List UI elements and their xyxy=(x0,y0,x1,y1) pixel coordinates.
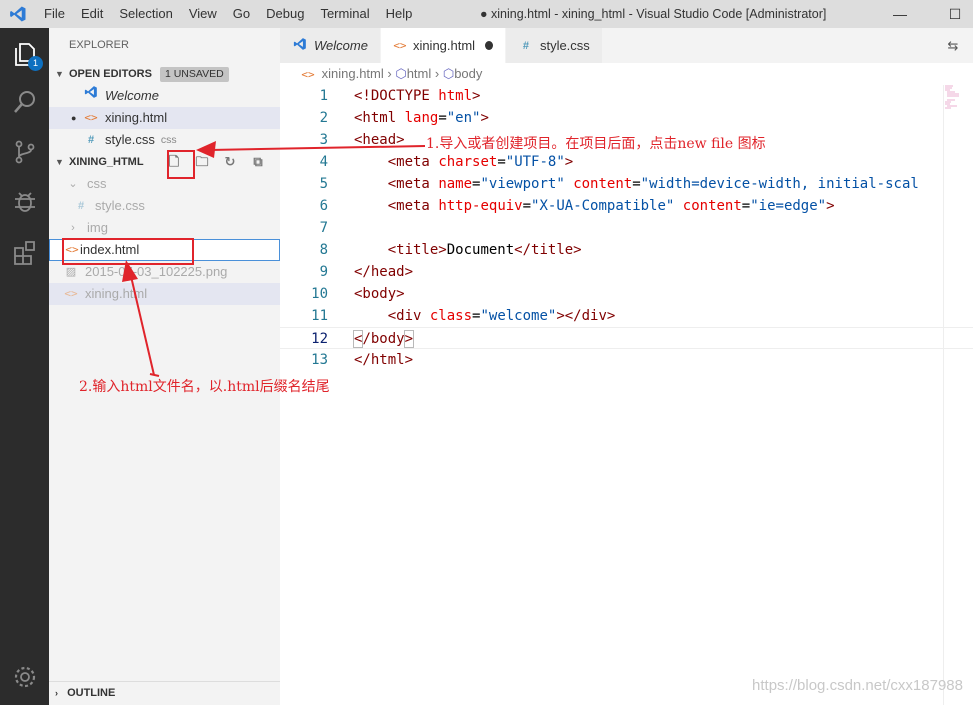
annotation-arrows xyxy=(122,141,426,377)
annotation-step-1: 1.导入或者创建项目。在项目后面，点击new file 图标 xyxy=(426,136,766,152)
watermark: https://blog.csdn.net/cxx187988 xyxy=(752,677,963,694)
annotation-step-2: 2.输入html文件名，以.html后缀名结尾 xyxy=(79,379,330,395)
